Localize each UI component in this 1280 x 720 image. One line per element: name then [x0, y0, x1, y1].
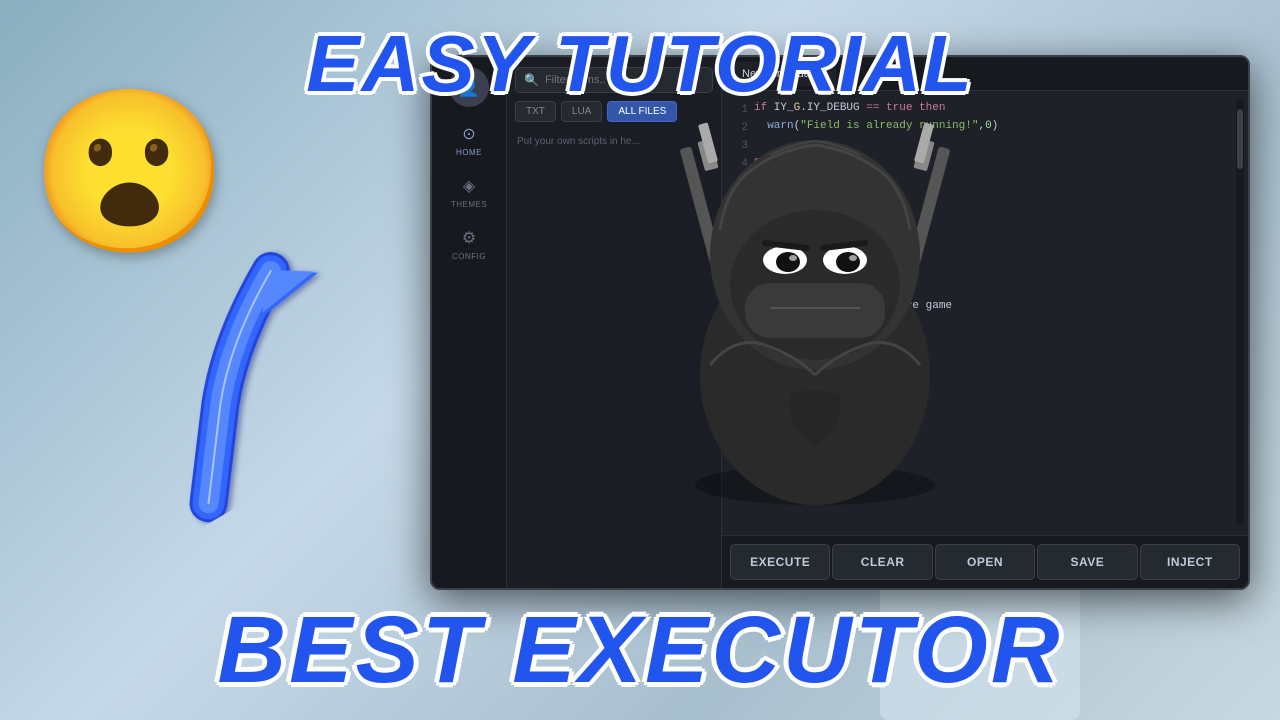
home-icon: ⊙: [458, 123, 480, 145]
sidebar-config-label: CONFIG: [452, 252, 486, 261]
clear-button[interactable]: CLEAR: [832, 544, 932, 580]
ninja-svg: [645, 65, 985, 515]
execute-button[interactable]: EXECUTE: [730, 544, 830, 580]
shocked-emoji: 😮: [30, 80, 229, 267]
sidebar-item-themes[interactable]: ◈ THEMES: [451, 175, 487, 209]
code-scrollbar[interactable]: [1236, 99, 1244, 527]
inject-button[interactable]: INJECT: [1140, 544, 1240, 580]
themes-icon: ◈: [458, 175, 480, 197]
scrollbar-thumb: [1237, 109, 1243, 169]
ninja-mascot: [645, 65, 985, 515]
sidebar-item-home[interactable]: ⊙ HOME: [456, 123, 482, 157]
config-icon: ⚙: [458, 227, 480, 249]
sidebar-themes-label: THEMES: [451, 200, 487, 209]
sidebar: 👤 ⊙ HOME ◈ THEMES ⚙ CONFIG: [432, 57, 507, 588]
title-bottom: BEST EXECUTOR: [0, 596, 1280, 705]
sidebar-item-config[interactable]: ⚙ CONFIG: [452, 227, 486, 261]
action-bar: EXECUTE CLEAR OPEN SAVE INJECT: [722, 535, 1248, 588]
save-button[interactable]: SAVE: [1037, 544, 1137, 580]
open-button[interactable]: OPEN: [935, 544, 1035, 580]
sidebar-home-label: HOME: [456, 148, 482, 157]
